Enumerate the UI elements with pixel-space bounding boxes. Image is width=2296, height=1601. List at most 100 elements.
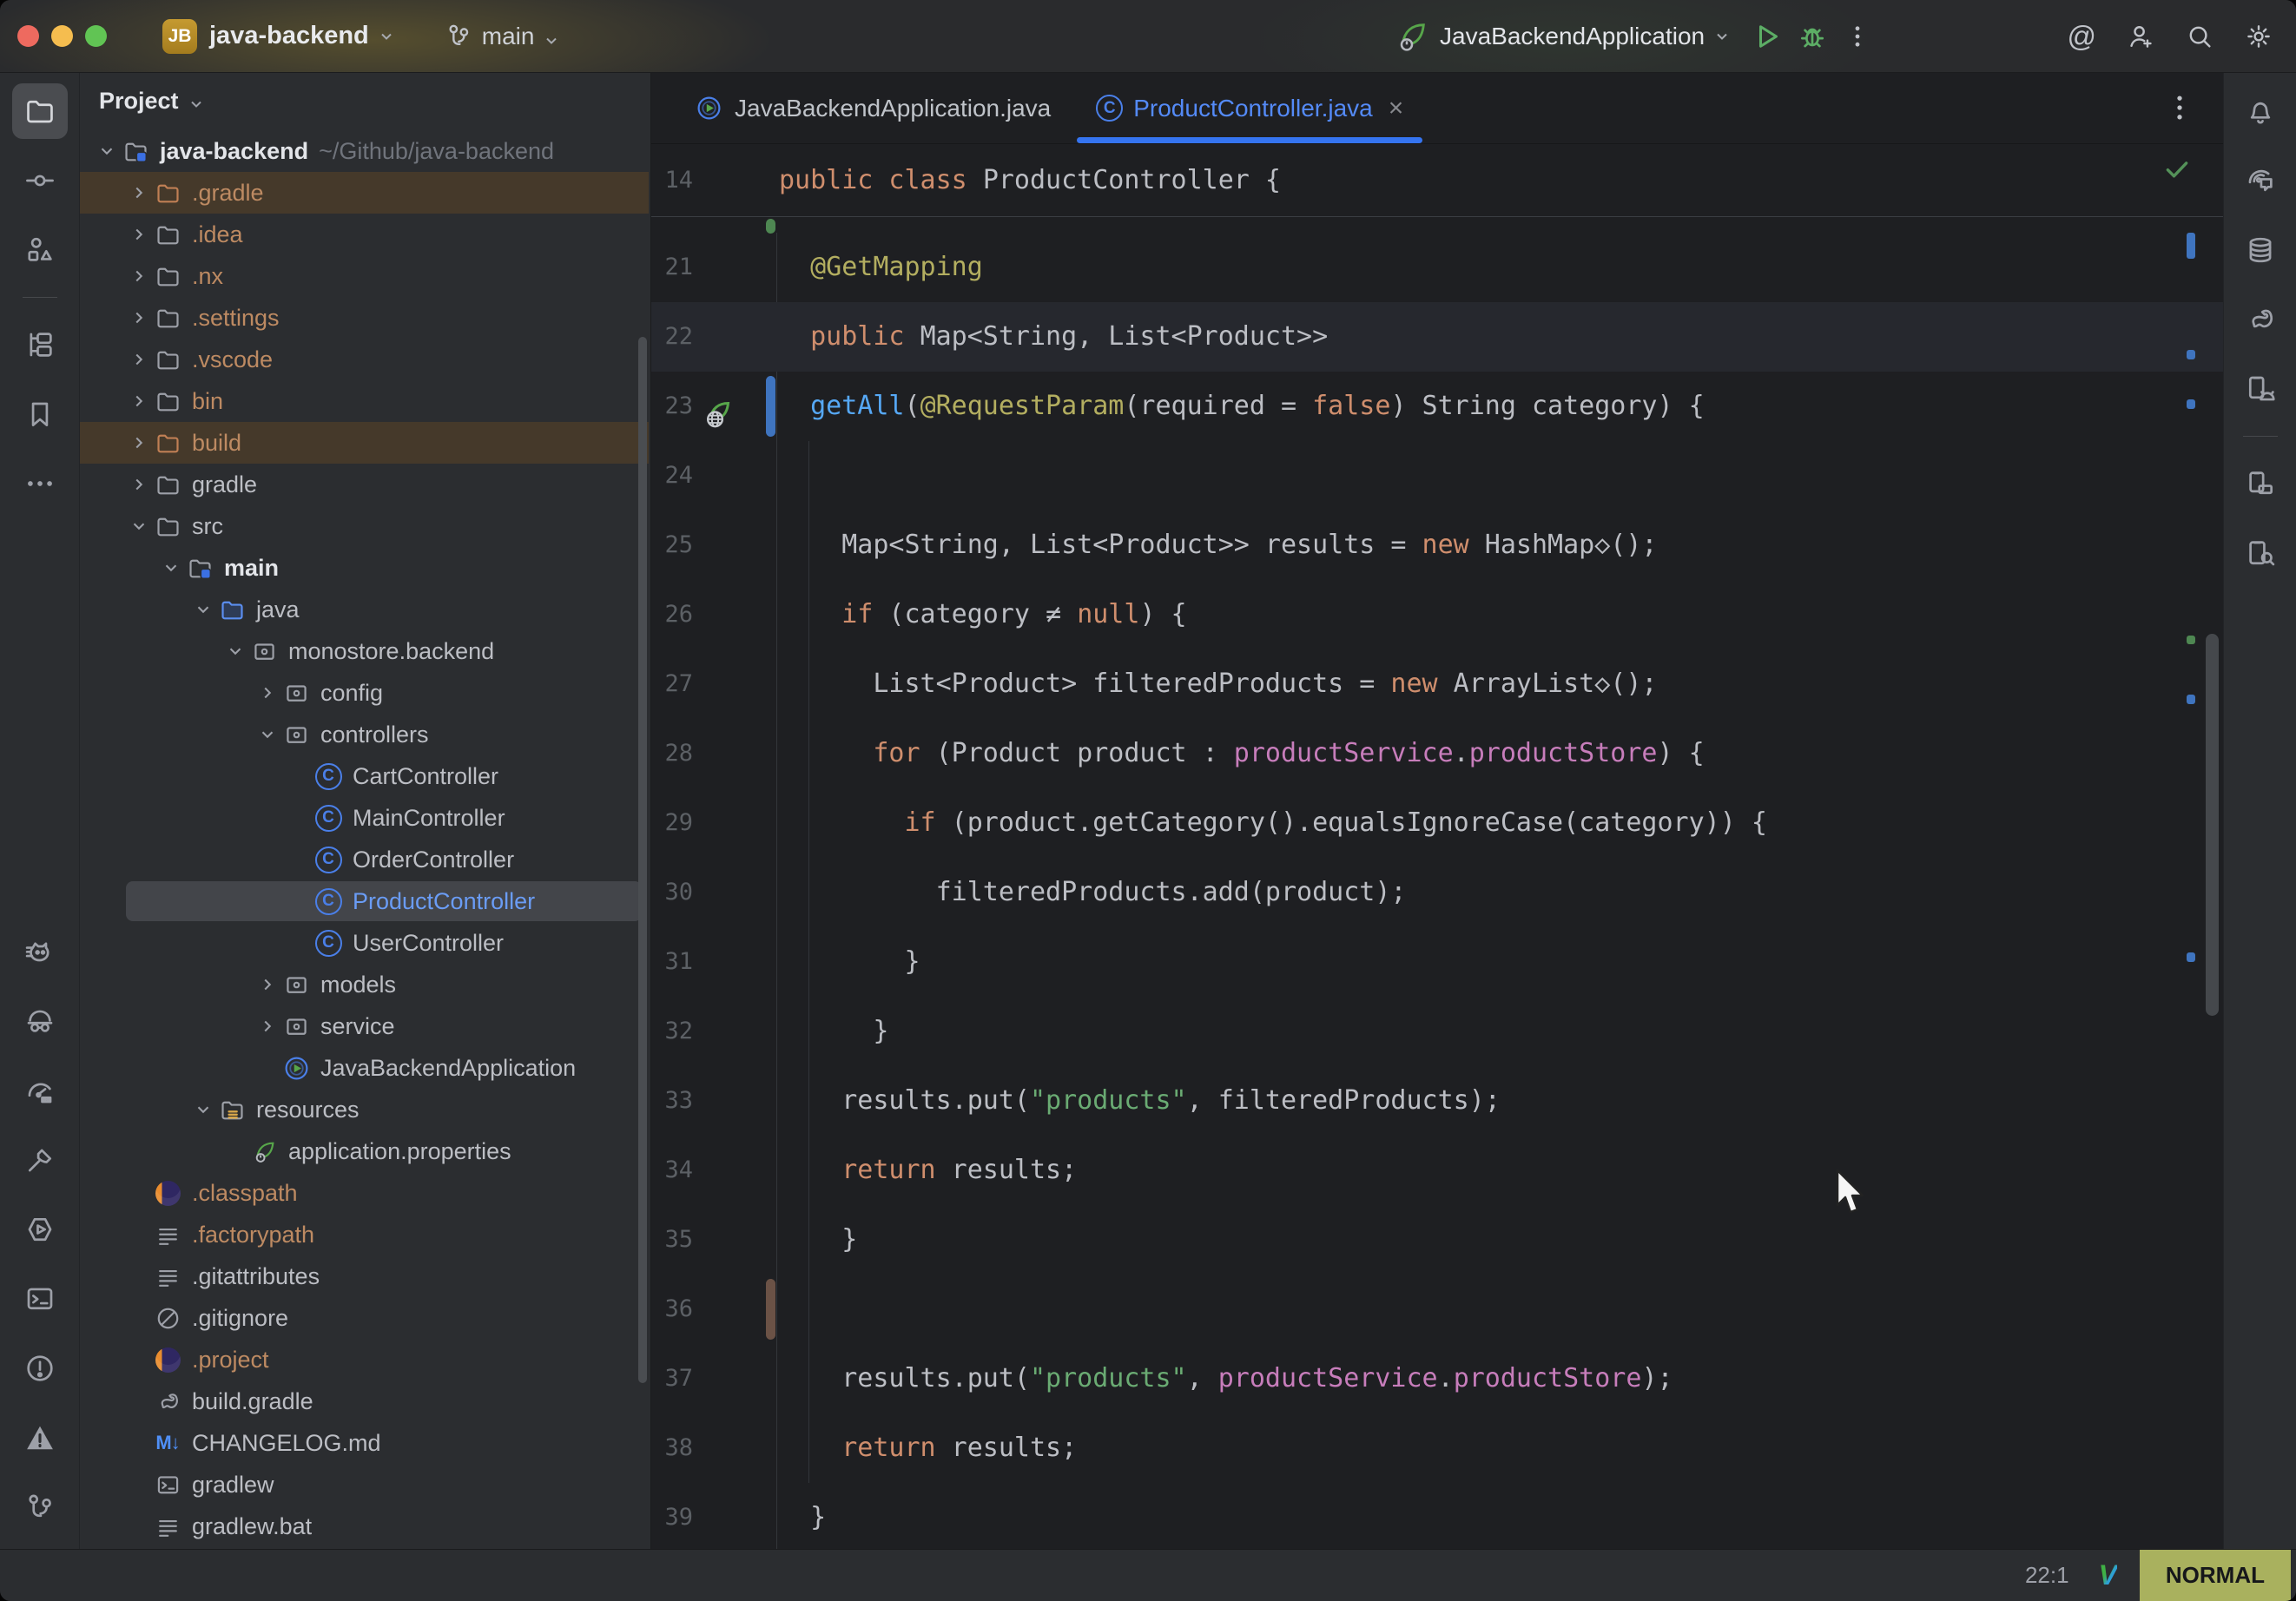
tool-window-button-profiler[interactable] [12,1063,68,1118]
chevron-down-icon[interactable] [222,638,248,664]
project-name[interactable]: java-backend [209,22,369,50]
code-line-31[interactable]: 31 } [651,927,2223,997]
tree-item-CartController[interactable]: CCartController [80,755,650,797]
tool-window-button-copilot[interactable] [12,993,68,1049]
search-icon[interactable] [2185,22,2214,51]
tab-options-kebab-icon[interactable] [2162,90,2197,125]
chevron-down-icon[interactable] [190,596,216,623]
code-line-28[interactable]: 28 for (Product product : productService… [651,719,2223,788]
tree-item-gradlew.bat[interactable]: gradlew.bat [80,1505,650,1547]
code-line-38[interactable]: 38 return results; [651,1413,2223,1483]
tool-window-button-notifications[interactable] [2233,83,2288,139]
run-button[interactable] [1745,14,1790,59]
code-line-34[interactable]: 34 return results; [651,1136,2223,1205]
tree-item-UserController[interactable]: CUserController [80,922,650,964]
tree-item-.gitignore[interactable]: .gitignore [80,1297,650,1339]
tool-window-button-commit[interactable] [12,153,68,208]
tree-item-build[interactable]: build [80,422,650,464]
vim-mode-badge[interactable]: NORMAL [2140,1550,2291,1601]
tool-window-button-device-explorer[interactable] [2233,525,2288,581]
code-line-37[interactable]: 37 results.put("products", productServic… [651,1344,2223,1413]
editor-scrollbar[interactable] [2206,634,2219,1016]
chevron-right-icon[interactable] [126,305,152,331]
vcs-change-marker[interactable] [766,1279,775,1340]
tool-window-button-ai-assistant[interactable] [2233,153,2288,208]
mention-icon[interactable]: @ [2068,20,2097,53]
tree-item-models[interactable]: models [80,964,650,1005]
chevron-down-icon[interactable] [254,721,280,748]
tool-window-button-services[interactable] [12,317,68,372]
code-line-27[interactable]: 27 List<Product> filteredProducts = new … [651,649,2223,719]
code-line-25[interactable]: 25 Map<String, List<Product>> results = … [651,511,2223,580]
tree-item-gradle[interactable]: gradle [80,464,650,505]
chevron-right-icon[interactable] [126,471,152,497]
code-line-36[interactable]: 36 [651,1275,2223,1344]
tool-window-button-structure[interactable] [12,222,68,278]
tool-window-button-terminal[interactable] [12,1271,68,1327]
stripe-mark-modified[interactable] [2187,233,2195,259]
spring-endpoint-icon[interactable] [700,389,735,424]
ideavim-icon[interactable]: V [2099,1559,2117,1591]
debug-button[interactable] [1790,14,1835,59]
more-actions-kebab-icon[interactable] [1835,14,1880,59]
chevron-down-icon[interactable] [94,138,120,164]
chevron-down-icon[interactable] [190,1097,216,1123]
tree-item-java[interactable]: java [80,589,650,630]
run-config-name[interactable]: JavaBackendApplication [1440,23,1705,50]
tool-window-button-bookmarks[interactable] [12,386,68,442]
code-line-35[interactable]: 35 } [651,1205,2223,1275]
tool-window-button-version-control[interactable] [12,1479,68,1535]
chevron-down-icon[interactable] [126,513,152,539]
minimize-window-button[interactable] [51,25,73,47]
tree-item-config[interactable]: config [80,672,650,714]
close-tab-icon[interactable]: × [1389,94,1404,123]
tree-item-main[interactable]: main [80,547,650,589]
stripe-mark-modified[interactable] [2187,399,2195,409]
stripe-mark-modified[interactable] [2187,952,2195,962]
tree-item-controllers[interactable]: controllers [80,714,650,755]
vcs-change-marker[interactable] [766,376,775,437]
tool-window-button-gradle[interactable] [2233,292,2288,347]
tree-item-.settings[interactable]: .settings [80,297,650,339]
tree-item-monostore.backend[interactable]: monostore.backend [80,630,650,672]
chevron-right-icon[interactable] [126,346,152,372]
tree-item-CHANGELOG.md[interactable]: M↓CHANGELOG.md [80,1422,650,1464]
caret-position[interactable]: 22:1 [2025,1562,2069,1589]
tool-window-button-build[interactable] [12,1132,68,1188]
stripe-mark-added[interactable] [2187,636,2195,644]
chevron-right-icon[interactable] [254,972,280,998]
code-line-30[interactable]: 30 filteredProducts.add(product); [651,858,2223,927]
tree-item-resources[interactable]: resources [80,1089,650,1130]
tree-item-application.properties[interactable]: application.properties [80,1130,650,1172]
code-line-26[interactable]: 26 if (category ≠ null) { [651,580,2223,649]
tree-item-ProductController[interactable]: CProductController [80,880,650,922]
code-line-29[interactable]: 29 if (product.getCategory().equalsIgnor… [651,788,2223,858]
tool-window-button-more-tool-windows[interactable] [12,456,68,511]
chevron-right-icon[interactable] [126,180,152,206]
close-window-button[interactable] [17,25,39,47]
tree-item-.nx[interactable]: .nx [80,255,650,297]
chevron-right-icon[interactable] [126,263,152,289]
settings-gear-icon[interactable] [2244,22,2273,51]
tool-window-button-project[interactable] [12,83,68,139]
chevron-down-icon[interactable] [158,555,184,581]
tree-item-src[interactable]: src [80,505,650,547]
chevron-right-icon[interactable] [254,680,280,706]
tool-window-button-problems[interactable] [12,1341,68,1396]
code-line-32[interactable]: 32 } [651,997,2223,1066]
chevron-right-icon[interactable] [126,430,152,456]
add-user-icon[interactable] [2126,22,2155,51]
tree-item-bin[interactable]: bin [80,380,650,422]
code-line-33[interactable]: 33 results.put("products", filteredProdu… [651,1066,2223,1136]
stripe-mark-modified[interactable] [2187,350,2195,359]
tree-item-java-backend[interactable]: java-backend~/Github/java-backend [80,130,650,172]
tree-item-JavaBackendApplication[interactable]: JavaBackendApplication [80,1047,650,1089]
code-line-23[interactable]: 23 getAll(@RequestParam(required = false… [651,372,2223,441]
tree-item-.factorypath[interactable]: .factorypath [80,1214,650,1255]
editor-tab-JavaBackendApplication.java[interactable]: JavaBackendApplication.java [670,73,1073,143]
tool-window-button-database[interactable] [2233,222,2288,278]
tree-item-.classpath[interactable]: .classpath [80,1172,650,1214]
tree-item-MainController[interactable]: CMainController [80,797,650,839]
tree-item-service[interactable]: service [80,1005,650,1047]
tree-item-.project[interactable]: .project [80,1339,650,1380]
